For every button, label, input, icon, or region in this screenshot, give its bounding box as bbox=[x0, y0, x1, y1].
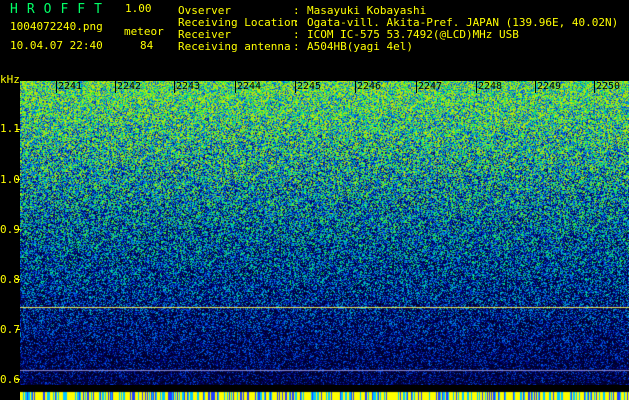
time-tick bbox=[594, 81, 595, 93]
time-tick bbox=[174, 81, 175, 93]
file-name: 1004072240.png bbox=[10, 20, 103, 33]
time-tick bbox=[476, 81, 477, 93]
app-version: 1.00 bbox=[125, 2, 152, 15]
time-tick bbox=[56, 81, 57, 93]
time-tick bbox=[235, 81, 236, 93]
y-axis-unit: kHz bbox=[0, 73, 20, 86]
spectrogram[interactable] bbox=[20, 81, 629, 385]
app-title: HROFFT bbox=[10, 2, 111, 17]
time-tick bbox=[535, 81, 536, 93]
time-tick bbox=[416, 81, 417, 93]
y-tick bbox=[16, 179, 20, 180]
time-tick-label: 2249 bbox=[537, 81, 562, 92]
y-tick bbox=[16, 379, 20, 380]
event-count: 84 bbox=[140, 39, 154, 52]
y-tick bbox=[16, 229, 20, 230]
level-bar bbox=[20, 385, 629, 400]
y-tick bbox=[16, 129, 20, 130]
time-tick-label: 2250 bbox=[596, 81, 621, 92]
time-tick-label: 2246 bbox=[357, 81, 382, 92]
time-tick-label: 2243 bbox=[176, 81, 201, 92]
time-tick-label: 2247 bbox=[418, 81, 443, 92]
event-label: meteor bbox=[124, 25, 164, 38]
info-value-antenna: A504HB(yagi 4el) bbox=[307, 40, 413, 53]
time-tick-label: 2241 bbox=[58, 81, 83, 92]
y-tick bbox=[16, 279, 20, 280]
y-tick bbox=[16, 329, 20, 330]
time-tick bbox=[115, 81, 116, 93]
time-tick-label: 2248 bbox=[478, 81, 503, 92]
info-key-antenna: Receiving antenna bbox=[178, 40, 291, 53]
time-tick bbox=[295, 81, 296, 93]
info-sep-antenna: : bbox=[293, 40, 300, 53]
time-tick bbox=[355, 81, 356, 93]
time-tick-label: 2244 bbox=[237, 81, 262, 92]
time-tick-label: 2242 bbox=[117, 81, 142, 92]
file-datetime: 10.04.07 22:40 bbox=[10, 39, 103, 52]
time-tick-label: 2245 bbox=[297, 81, 322, 92]
